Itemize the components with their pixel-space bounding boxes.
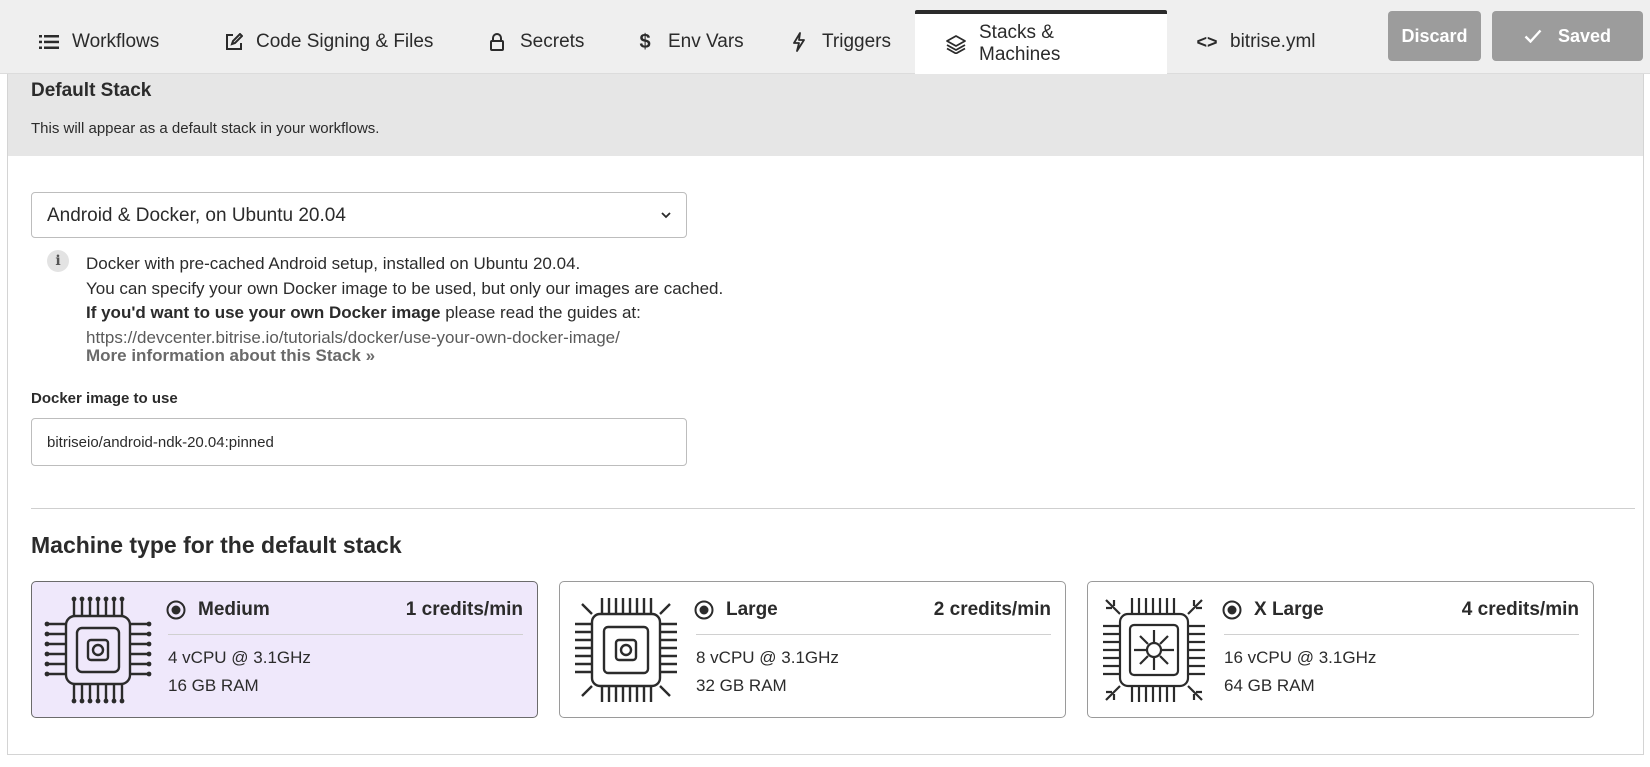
radio-icon[interactable]: [1222, 600, 1242, 620]
default-stack-title: Default Stack: [31, 80, 152, 101]
list-icon: [38, 31, 60, 53]
machine-name: Medium: [198, 599, 270, 620]
lock-icon: [486, 31, 508, 53]
tab-env-vars[interactable]: $ Env Vars: [634, 10, 744, 74]
default-stack-subtitle: This will appear as a default stack in y…: [31, 120, 380, 137]
radio-icon[interactable]: [694, 600, 714, 620]
stack-settings-card: Default Stack This will appear as a defa…: [7, 74, 1644, 755]
docker-guide-link[interactable]: https://devcenter.bitrise.io/tutorials/d…: [86, 328, 620, 348]
machine-name: X Large: [1254, 599, 1324, 620]
machine-ram: 16 GB RAM: [168, 676, 259, 695]
docker-image-input[interactable]: [31, 418, 687, 466]
tab-triggers[interactable]: Triggers: [788, 10, 891, 74]
more-stack-info-link[interactable]: More information about this Stack »: [86, 346, 375, 366]
cpu-chip-icon: [575, 598, 677, 702]
section-divider: [31, 508, 1635, 509]
machine-credits: 1 credits/min: [405, 599, 523, 620]
top-tab-bar: Workflows Code Signing & Files Secrets $…: [0, 0, 1650, 74]
tab-label: Env Vars: [668, 31, 744, 52]
tab-label: Secrets: [520, 31, 585, 52]
discard-button[interactable]: Discard: [1388, 11, 1481, 61]
lightning-icon: [788, 31, 810, 53]
machine-ram: 32 GB RAM: [696, 676, 787, 695]
stack-info-line-3: If you'd want to use your own Docker ima…: [86, 303, 641, 323]
docker-image-label: Docker image to use: [31, 390, 178, 407]
machine-card-large[interactable]: Large 2 credits/min 8 vCPU @ 3.1GHz 32 G…: [559, 581, 1066, 718]
machine-card-divider: [1224, 634, 1579, 635]
cpu-chip-icon: [44, 596, 152, 704]
machine-card-divider: [168, 634, 523, 635]
code-icon: <>: [1196, 31, 1218, 52]
stack-info-line-2: You can specify your own Docker image to…: [86, 279, 724, 298]
radio-selected-icon[interactable]: [166, 600, 186, 620]
stack-info-rest: please read the guides at:: [440, 303, 641, 322]
machine-card-divider: [696, 634, 1051, 635]
saved-button[interactable]: Saved: [1492, 11, 1643, 61]
stack-select[interactable]: Android & Docker, on Ubuntu 20.04: [31, 192, 687, 238]
tab-label: Triggers: [822, 31, 891, 52]
machine-ram: 64 GB RAM: [1224, 676, 1315, 695]
tab-label: bitrise.yml: [1230, 31, 1316, 52]
machine-card-medium[interactable]: Medium 1 credits/min 4 vCPU @ 3.1GHz 16 …: [31, 581, 538, 718]
discard-label: Discard: [1401, 25, 1468, 46]
layers-icon: [945, 33, 967, 55]
tab-label: Workflows: [72, 31, 160, 52]
tab-code-signing[interactable]: Code Signing & Files: [222, 10, 433, 74]
dollar-icon: $: [639, 30, 651, 53]
chevron-down-icon: [658, 207, 674, 223]
machine-cpu: 4 vCPU @ 3.1GHz: [168, 648, 311, 667]
stack-info-line-1: Docker with pre-cached Android setup, in…: [86, 254, 581, 273]
stack-select-value: Android & Docker, on Ubuntu 20.04: [47, 205, 346, 226]
machine-cpu: 16 vCPU @ 3.1GHz: [1224, 648, 1377, 667]
tab-stacks-machines[interactable]: Stacks & Machines: [915, 10, 1167, 74]
edit-icon: [222, 31, 244, 53]
stack-info-bold: If you'd want to use your own Docker ima…: [86, 303, 441, 322]
machine-type-title: Machine type for the default stack: [31, 532, 402, 558]
saved-label: Saved: [1557, 25, 1612, 46]
check-icon: [1524, 29, 1542, 43]
default-stack-header: Default Stack This will appear as a defa…: [8, 74, 1643, 156]
tab-label: Stacks & Machines: [979, 22, 1061, 65]
machine-cpu: 8 vCPU @ 3.1GHz: [696, 648, 839, 667]
tab-workflows[interactable]: Workflows: [38, 10, 159, 74]
tab-label: Code Signing & Files: [256, 31, 434, 52]
machine-credits: 4 credits/min: [1461, 599, 1579, 620]
tab-bitrise-yml[interactable]: <> bitrise.yml: [1196, 10, 1316, 74]
tab-secrets[interactable]: Secrets: [486, 10, 584, 74]
machine-name: Large: [726, 599, 778, 620]
machine-credits: 2 credits/min: [933, 599, 1051, 620]
machine-card-x-large[interactable]: X Large 4 credits/min 16 vCPU @ 3.1GHz 6…: [1087, 581, 1594, 718]
cpu-chip-icon: [1103, 598, 1205, 702]
info-icon: i: [47, 250, 69, 272]
